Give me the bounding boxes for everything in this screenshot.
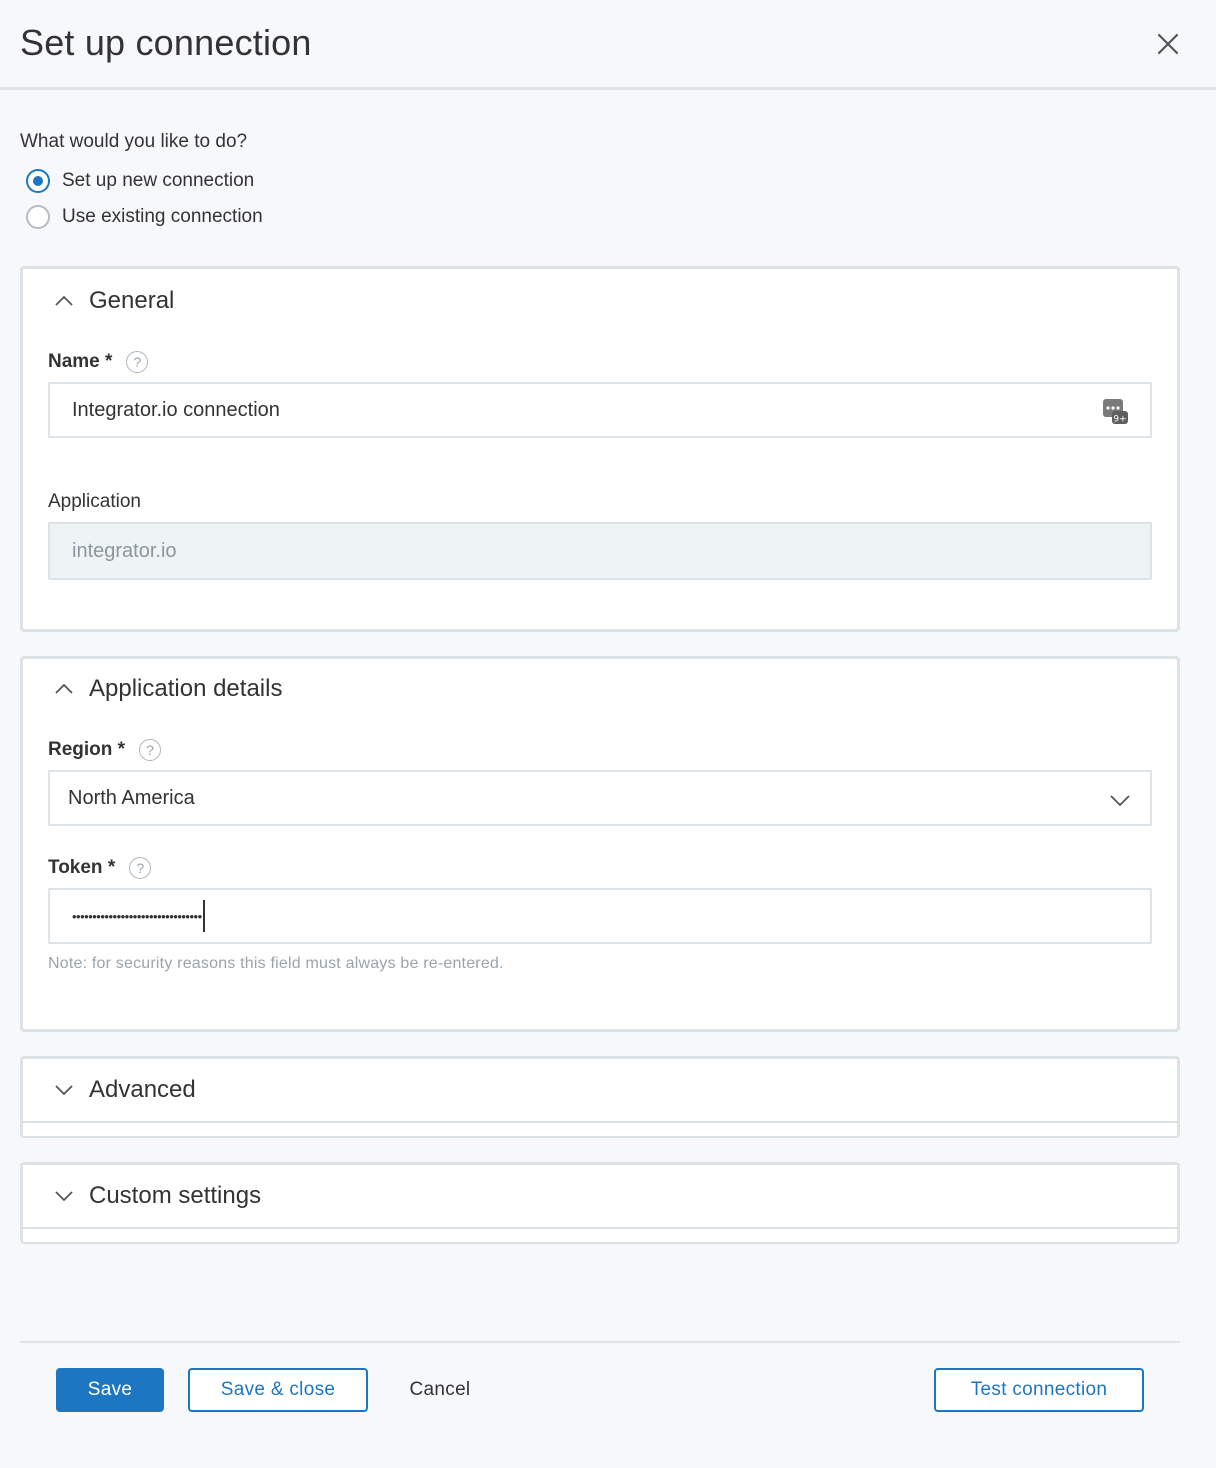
footer-divider xyxy=(20,1341,1180,1343)
save-button[interactable]: Save xyxy=(56,1368,164,1412)
region-label-text: Region * xyxy=(48,739,126,760)
chevron-up-icon xyxy=(55,295,73,306)
application-details-header[interactable]: Application details xyxy=(53,674,282,704)
name-input[interactable]: Integrator.io connection 9+ xyxy=(48,382,1152,438)
general-panel-title: General xyxy=(89,287,175,314)
chevron-down-icon xyxy=(55,1085,73,1096)
help-icon[interactable]: ? xyxy=(126,351,149,373)
custom-settings-panel-title: Custom settings xyxy=(89,1182,262,1209)
token-input-value: •••••••••••••••••••••••••••••••• xyxy=(72,908,202,924)
svg-text:9+: 9+ xyxy=(1113,415,1126,425)
name-label-text: Name * xyxy=(48,351,113,372)
chevron-down-icon xyxy=(1110,795,1130,807)
test-connection-button[interactable]: Test connection xyxy=(934,1368,1144,1412)
chevron-up-icon xyxy=(55,683,73,694)
advanced-panel-title: Advanced xyxy=(89,1076,196,1103)
name-field-label: Name * ? xyxy=(48,351,149,373)
name-input-value: Integrator.io connection xyxy=(72,398,280,421)
application-field-label: Application xyxy=(48,491,141,512)
advanced-panel-bar[interactable] xyxy=(23,1059,1177,1123)
chevron-down-icon xyxy=(55,1191,73,1202)
region-select-value: North America xyxy=(68,786,195,809)
custom-settings-panel: Custom settings xyxy=(20,1162,1180,1244)
save-and-close-button[interactable]: Save & close xyxy=(188,1368,368,1412)
cancel-button[interactable]: Cancel xyxy=(392,1368,488,1412)
password-manager-icon[interactable]: 9+ xyxy=(1102,397,1130,425)
general-panel-header[interactable]: General xyxy=(53,286,174,316)
application-details-title: Application details xyxy=(89,675,283,702)
text-cursor xyxy=(202,900,205,932)
token-field-label: Token * ? xyxy=(48,857,152,879)
radio-label-new: Set up new connection xyxy=(62,170,255,191)
application-details-panel: Application details Region * ? North Ame… xyxy=(20,656,1180,1032)
advanced-panel: Advanced xyxy=(20,1056,1180,1138)
general-panel: General Name * ? Integrator.io connectio… xyxy=(20,266,1180,632)
token-label-text: Token * xyxy=(48,857,116,878)
dialog-title: Set up connection xyxy=(20,22,312,63)
radio-new-connection[interactable]: Set up new connection xyxy=(26,168,254,194)
dialog-header: Set up connection xyxy=(0,0,1216,90)
radio-button-unselected[interactable] xyxy=(26,205,50,229)
region-field-label: Region * ? xyxy=(48,739,162,761)
help-icon[interactable]: ? xyxy=(129,857,152,879)
radio-label-existing: Use existing connection xyxy=(62,206,263,227)
close-icon[interactable] xyxy=(1152,28,1184,60)
token-input[interactable]: •••••••••••••••••••••••••••••••• xyxy=(48,888,1152,944)
region-select[interactable]: North America xyxy=(48,770,1152,826)
application-input: integrator.io xyxy=(48,522,1152,580)
advanced-panel-header[interactable]: Advanced xyxy=(53,1075,196,1105)
token-note: Note: for security reasons this field mu… xyxy=(48,955,504,972)
application-input-value: integrator.io xyxy=(72,539,177,562)
custom-settings-panel-header[interactable]: Custom settings xyxy=(53,1181,261,1211)
radio-existing-connection[interactable]: Use existing connection xyxy=(26,204,263,230)
help-icon[interactable]: ? xyxy=(139,739,162,761)
radio-button-selected[interactable] xyxy=(26,169,50,193)
action-question: What would you like to do? xyxy=(20,131,248,152)
